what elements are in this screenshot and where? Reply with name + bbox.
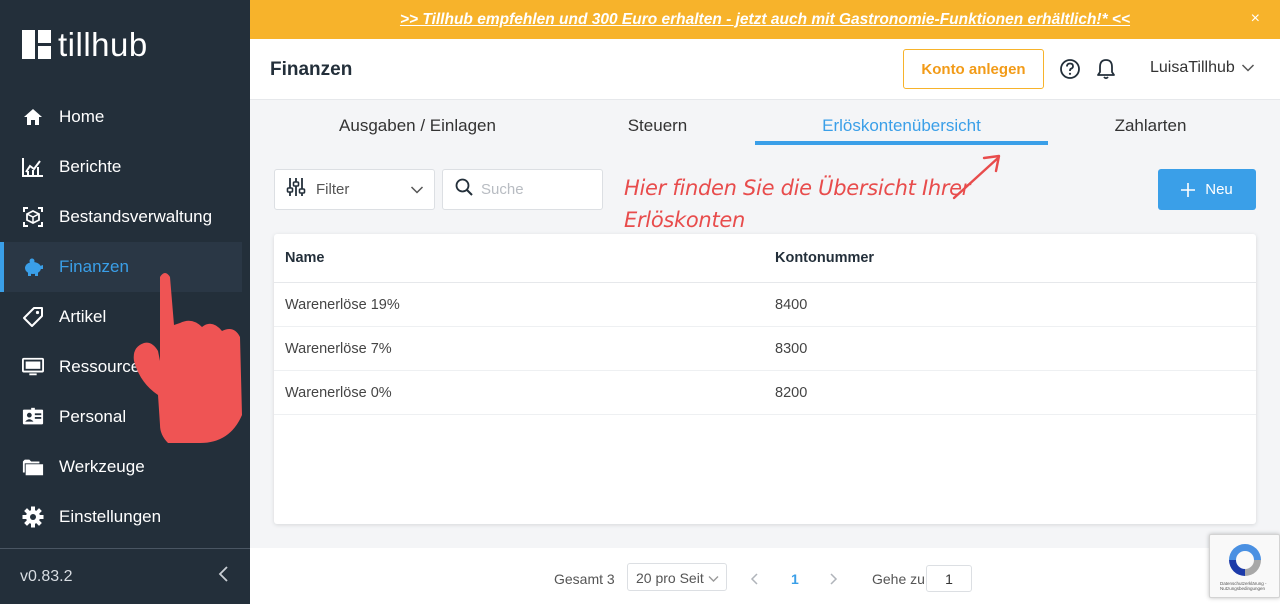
pointing-hand-icon: [130, 265, 245, 450]
filter-sliders-icon: [286, 177, 306, 202]
page-header: Finanzen Konto anlegen LuisaTillhub: [250, 39, 1280, 100]
user-name: LuisaTillhub: [1150, 59, 1235, 76]
sidebar-item-label: Personal: [59, 407, 127, 426]
promo-banner: >> Tillhub empfehlen und 300 Euro erhalt…: [250, 0, 1280, 39]
cell-name: Warenerlöse 7%: [285, 341, 392, 357]
home-icon: [22, 106, 44, 128]
chevron-down-icon: [708, 576, 719, 582]
piggy-bank-icon: [22, 256, 44, 278]
sidebar-item-label: Finanzen: [59, 257, 129, 276]
logo[interactable]: tillhub: [22, 28, 148, 61]
page-title: Finanzen: [270, 59, 353, 80]
table-row[interactable]: Warenerlöse 7% 8300: [274, 327, 1256, 371]
sidebar-item-label: Berichte: [59, 157, 122, 176]
app-version: v0.83.2: [20, 567, 73, 585]
sidebar-item-label: Einstellungen: [59, 507, 162, 526]
next-page-icon[interactable]: [828, 572, 838, 590]
chevron-down-icon: [410, 186, 424, 194]
filter-dropdown[interactable]: Filter: [274, 169, 435, 210]
sidebar-item-label: Artikel: [59, 307, 107, 326]
recaptcha-badge[interactable]: Datenschutzerklärung - Nutzungsbedingung…: [1209, 534, 1280, 598]
annotation-arrow-icon: [952, 154, 1001, 200]
cell-name: Warenerlöse 0%: [285, 385, 392, 401]
new-account-button[interactable]: Neu: [1158, 169, 1256, 210]
goto-page-input[interactable]: [926, 565, 972, 592]
sidebar-item-bestandsverwaltung[interactable]: Bestandsverwaltung: [0, 192, 250, 242]
active-tab-indicator: [755, 141, 1048, 145]
column-header-name[interactable]: Name: [285, 250, 325, 266]
inventory-icon: [22, 206, 44, 228]
column-header-kontonummer[interactable]: Kontonummer: [775, 250, 874, 266]
cell-kontonummer: 8300: [775, 341, 808, 357]
promo-banner-link[interactable]: >> Tillhub empfehlen und 300 Euro erhalt…: [400, 11, 1130, 29]
plus-icon: [1181, 182, 1196, 197]
sidebar-item-label: Bestandsverwaltung: [59, 207, 213, 226]
logo-text: tillhub: [58, 26, 148, 63]
sidebar-item-einstellungen[interactable]: Einstellungen: [0, 492, 250, 542]
sidebar-item-home[interactable]: Home: [0, 92, 250, 142]
pagination-total: Gesamt 3: [554, 571, 615, 587]
search-field: [442, 169, 603, 210]
sidebar-item-berichte[interactable]: Berichte: [0, 142, 250, 192]
cell-kontonummer: 8400: [775, 297, 808, 313]
monitor-icon: [22, 356, 44, 378]
chart-icon: [22, 156, 44, 178]
folder-icon: [22, 456, 44, 478]
cell-name: Warenerlöse 19%: [285, 297, 400, 313]
search-icon: [455, 178, 473, 201]
bell-icon[interactable]: [1096, 58, 1116, 85]
goto-label: Gehe zu: [872, 571, 925, 587]
table-row[interactable]: Warenerlöse 0% 8200: [274, 371, 1256, 415]
recaptcha-logo-icon: [1229, 544, 1261, 576]
sidebar-item-label: Home: [59, 107, 105, 126]
sidebar-footer: v0.83.2: [0, 548, 250, 604]
search-input[interactable]: [481, 181, 591, 198]
new-button-label: Neu: [1205, 181, 1233, 198]
tutorial-annotation: Hier finden Sie die Übersicht Ihrer Erlö…: [624, 176, 971, 232]
close-icon[interactable]: ×: [1251, 10, 1260, 28]
tag-icon: [22, 306, 44, 328]
chevron-down-icon: [1241, 64, 1254, 72]
page-number-current[interactable]: 1: [791, 571, 799, 587]
logo-mark-icon: [22, 30, 51, 59]
filter-label: Filter: [316, 181, 350, 198]
table-row[interactable]: Warenerlöse 19% 8400: [274, 283, 1256, 327]
create-account-button[interactable]: Konto anlegen: [903, 49, 1044, 89]
finance-tabs: Ausgaben / Einlagen Steuern Erlöskontenü…: [270, 100, 1260, 148]
gear-icon: [22, 506, 44, 528]
id-card-icon: [22, 406, 44, 428]
page-size-value: 20 pro Seit: [636, 570, 704, 586]
page-size-select[interactable]: 20 pro Seit: [627, 563, 727, 591]
revenue-accounts-table: Name Kontonummer Warenerlöse 19% 8400 Wa…: [274, 234, 1256, 524]
sidebar-item-label: Werkzeuge: [59, 457, 145, 476]
collapse-sidebar-icon[interactable]: [218, 566, 230, 587]
recaptcha-text[interactable]: Datenschutzerklärung - Nutzungsbedingung…: [1220, 581, 1275, 591]
user-menu[interactable]: LuisaTillhub: [1150, 59, 1255, 77]
help-icon[interactable]: [1059, 58, 1081, 85]
pagination: Gesamt 3 20 pro Seit 1 Gehe zu: [250, 548, 1280, 604]
previous-page-icon[interactable]: [750, 572, 760, 590]
cell-kontonummer: 8200: [775, 385, 808, 401]
table-header: Name Kontonummer: [274, 234, 1256, 283]
